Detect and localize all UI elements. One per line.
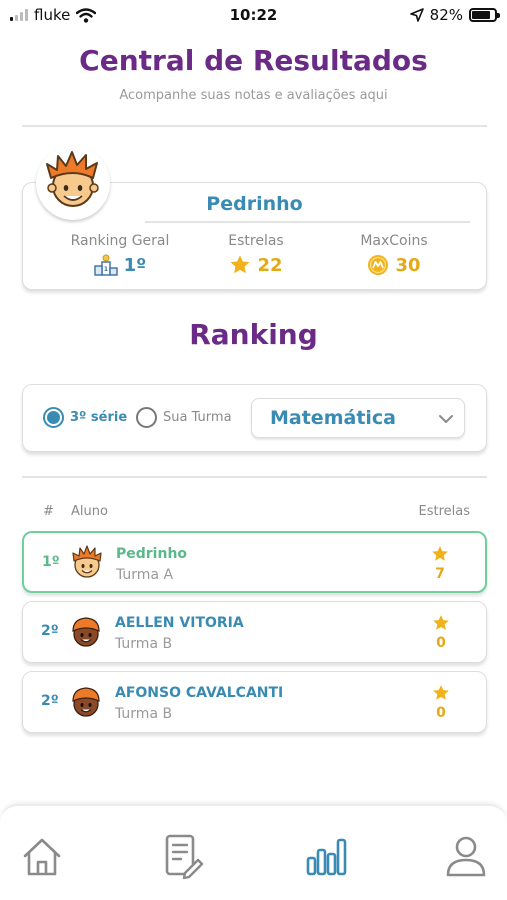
row-student-class: Turma B xyxy=(115,706,173,722)
nav-activities[interactable] xyxy=(158,832,206,880)
boy-avatar-icon xyxy=(72,617,100,647)
boy-avatar-icon xyxy=(72,687,100,717)
header-divider xyxy=(22,125,487,127)
radio-unchecked-icon xyxy=(136,407,157,428)
ranking-filter-card: 3º série Sua Turma Matemática xyxy=(22,384,487,452)
stat-value: 30 xyxy=(395,254,421,276)
radio-class[interactable]: Sua Turma xyxy=(136,407,232,428)
star-icon xyxy=(432,546,448,561)
ranking-row[interactable]: 1º Pedrinho Turma A 7 xyxy=(22,531,487,593)
user-icon xyxy=(446,836,486,877)
radio-class-label: Sua Turma xyxy=(163,410,232,425)
profile-avatar[interactable] xyxy=(36,146,110,220)
bottom-nav xyxy=(0,804,507,900)
status-bar: fluke 10:22 82% xyxy=(0,0,507,30)
ranking-row[interactable]: 2º AFONSO CAVALCANTI Turma B 0 xyxy=(22,671,487,733)
ranking-divider xyxy=(22,476,487,478)
page-subtitle: Acompanhe suas notas e avaliações aqui xyxy=(119,88,388,103)
row-stars: 0 xyxy=(436,635,446,651)
boy-avatar-icon xyxy=(46,151,99,207)
star-icon xyxy=(433,615,449,630)
row-student-name: Pedrinho xyxy=(116,546,188,562)
svg-text:1: 1 xyxy=(104,266,108,273)
radio-checked-icon xyxy=(43,407,64,428)
home-icon xyxy=(23,838,61,876)
star-icon xyxy=(433,685,449,700)
stat-value-row: 22 xyxy=(181,254,331,276)
stat-value-row: 1 1º xyxy=(45,254,195,276)
page-title: Central de Resultados xyxy=(79,44,428,77)
nav-results[interactable] xyxy=(302,832,350,880)
subject-select[interactable]: Matemática xyxy=(251,398,465,438)
ranking-row[interactable]: 2º AELLEN VITORIA Turma B 0 xyxy=(22,601,487,663)
row-student-class: Turma B xyxy=(115,636,173,652)
stat-value: 1º xyxy=(123,254,147,276)
edit-document-icon xyxy=(165,834,204,880)
nav-home[interactable] xyxy=(18,832,66,880)
stat-ranking-geral: Ranking Geral 1 1º xyxy=(45,233,195,276)
column-header-stars: Estrelas xyxy=(418,504,471,519)
row-student-class: Turma A xyxy=(116,567,174,583)
podium-icon: 1 xyxy=(93,254,118,276)
row-stars: 0 xyxy=(436,705,446,721)
profile-divider xyxy=(145,221,470,223)
stat-label: Ranking Geral xyxy=(70,233,170,249)
battery-percent: 82% xyxy=(429,6,463,24)
radio-grade[interactable]: 3º série xyxy=(43,407,127,428)
stat-value: 22 xyxy=(257,254,283,276)
row-position: 2º xyxy=(41,693,59,709)
coin-icon xyxy=(368,255,389,275)
stat-label: MaxCoins xyxy=(360,233,428,249)
row-student-name: AFONSO CAVALCANTI xyxy=(115,685,284,701)
radio-grade-label: 3º série xyxy=(70,410,128,425)
row-position: 1º xyxy=(42,554,60,570)
row-position: 2º xyxy=(41,623,59,639)
bar-chart-icon xyxy=(306,838,347,876)
stat-value-row: 30 xyxy=(319,254,469,276)
star-icon xyxy=(230,255,251,274)
status-right: 82% xyxy=(409,6,500,24)
nav-profile[interactable] xyxy=(442,832,490,880)
stat-estrelas: Estrelas 22 xyxy=(181,233,331,276)
stat-maxcoins: MaxCoins 30 xyxy=(319,233,469,276)
boy-avatar-icon xyxy=(72,545,102,578)
location-arrow-icon xyxy=(409,8,424,22)
subject-select-value: Matemática xyxy=(270,407,396,429)
chevron-down-icon xyxy=(439,415,453,423)
stat-label: Estrelas xyxy=(228,233,284,249)
column-header-student: Aluno xyxy=(71,504,108,519)
ranking-title: Ranking xyxy=(189,318,318,351)
battery-icon xyxy=(469,8,500,22)
row-student-name: AELLEN VITORIA xyxy=(115,615,244,631)
column-header-position: # xyxy=(43,504,54,519)
row-stars: 7 xyxy=(435,566,445,582)
